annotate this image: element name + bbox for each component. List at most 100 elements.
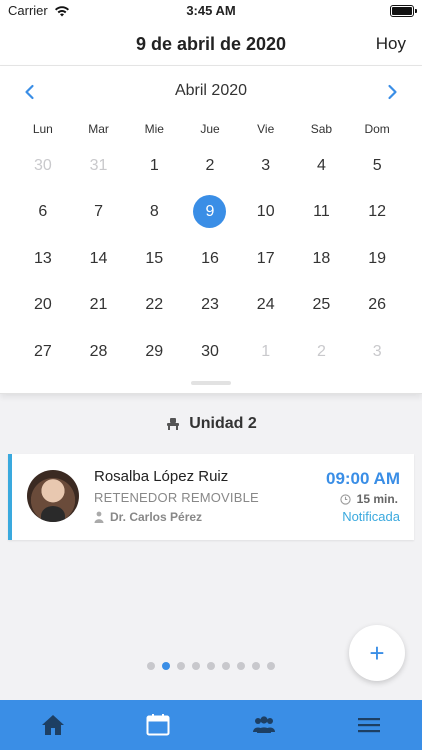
calendar-day[interactable]: 2 xyxy=(294,328,350,375)
calendar-day[interactable]: 2 xyxy=(182,142,238,189)
calendar-day-number: 28 xyxy=(89,342,108,360)
calendar-day-number: 8 xyxy=(149,203,159,221)
calendar-day[interactable]: 15 xyxy=(126,235,182,282)
calendar-day[interactable]: 21 xyxy=(71,282,127,329)
calendar-day[interactable]: 3 xyxy=(349,328,405,375)
plus-icon: + xyxy=(369,637,385,668)
duration-row: 15 min. xyxy=(340,492,398,506)
tab-calendar[interactable] xyxy=(106,700,212,750)
page-dot[interactable] xyxy=(267,662,275,670)
calendar-day-number: 29 xyxy=(145,342,164,360)
calendar-day-number: 13 xyxy=(33,249,52,267)
calendar-day[interactable]: 12 xyxy=(349,189,405,236)
page-dot-active[interactable] xyxy=(162,662,170,670)
weekday-header: Lun Mar Mie Jue Vie Sab Dom xyxy=(15,122,405,138)
page-dot[interactable] xyxy=(252,662,260,670)
calendar-day[interactable]: 26 xyxy=(349,282,405,329)
page-dot[interactable] xyxy=(222,662,230,670)
chevron-right-icon[interactable] xyxy=(382,82,402,102)
duration-label: 15 min. xyxy=(356,492,398,506)
calendar-day-number: 10 xyxy=(256,203,275,221)
calendar-day[interactable]: 28 xyxy=(71,328,127,375)
calendar-day[interactable]: 23 xyxy=(182,282,238,329)
calendar-day[interactable]: 18 xyxy=(294,235,350,282)
calendar-day[interactable]: 7 xyxy=(71,189,127,236)
page-dot[interactable] xyxy=(192,662,200,670)
calendar-day[interactable]: 29 xyxy=(126,328,182,375)
today-button[interactable]: Hoy xyxy=(376,34,406,54)
tab-home[interactable] xyxy=(0,700,106,750)
weekday-label: Mie xyxy=(144,122,164,136)
calendar-day-number: 20 xyxy=(33,296,52,314)
calendar-icon xyxy=(146,714,170,736)
calendar-day-number: 9 xyxy=(193,195,227,229)
calendar-day-number: 30 xyxy=(33,156,52,174)
calendar-day[interactable]: 19 xyxy=(349,235,405,282)
calendar-day-number: 21 xyxy=(89,296,108,314)
clock-icon xyxy=(340,493,351,505)
doctor-icon xyxy=(94,511,104,523)
calendar-day[interactable]: 1 xyxy=(126,142,182,189)
calendar-day[interactable]: 22 xyxy=(126,282,182,329)
menu-icon xyxy=(358,718,381,733)
calendar-day[interactable]: 13 xyxy=(15,235,71,282)
calendar-day-number: 2 xyxy=(205,156,215,174)
calendar-day[interactable]: 16 xyxy=(182,235,238,282)
page-dot[interactable] xyxy=(147,662,155,670)
calendar-day[interactable]: 30 xyxy=(15,142,71,189)
tab-bar xyxy=(0,700,422,750)
calendar-day[interactable]: 14 xyxy=(71,235,127,282)
calendar-day-number: 19 xyxy=(368,249,387,267)
calendar-day-number: 18 xyxy=(312,249,331,267)
avatar xyxy=(27,470,79,522)
calendar-day-selected[interactable]: 9 xyxy=(182,189,238,236)
calendar-day[interactable]: 24 xyxy=(238,282,294,329)
calendar-day[interactable]: 4 xyxy=(294,142,350,189)
dental-chair-icon xyxy=(167,418,180,430)
weekday-label: Dom xyxy=(364,122,390,136)
weekday-label: Sab xyxy=(310,122,333,136)
calendar-day[interactable]: 5 xyxy=(349,142,405,189)
calendar-day-number: 16 xyxy=(201,249,219,267)
calendar-day-number: 17 xyxy=(256,249,275,267)
calendar-day[interactable]: 25 xyxy=(294,282,350,329)
calendar-day[interactable]: 27 xyxy=(15,328,71,375)
page-dot[interactable] xyxy=(207,662,215,670)
doctor-row: Dr. Carlos Pérez xyxy=(94,510,202,524)
nav-header: 9 de abril de 2020 Hoy xyxy=(0,24,422,66)
calendar-day-number: 12 xyxy=(368,203,387,221)
calendar-day-number: 23 xyxy=(201,296,219,314)
calendar-day[interactable]: 17 xyxy=(238,235,294,282)
tab-patients[interactable] xyxy=(211,700,317,750)
calendar-day-number: 27 xyxy=(33,342,52,360)
appointment-card[interactable]: Rosalba López Ruiz RETENEDOR REMOVIBLE D… xyxy=(8,454,414,540)
weekday-label: Mar xyxy=(88,122,109,136)
calendar: Abril 2020 Lun Mar Mie Jue Vie Sab Dom 3… xyxy=(0,66,422,394)
calendar-day-number: 14 xyxy=(89,249,108,267)
calendar-day[interactable]: 31 xyxy=(71,142,127,189)
calendar-day[interactable]: 6 xyxy=(15,189,71,236)
unit-label: Unidad 2 xyxy=(189,415,257,432)
calendar-day-number: 5 xyxy=(372,156,382,174)
calendar-day[interactable]: 3 xyxy=(238,142,294,189)
unit-header: Unidad 2 xyxy=(0,412,422,436)
calendar-day-number: 7 xyxy=(94,203,104,221)
calendar-day[interactable]: 10 xyxy=(238,189,294,236)
status-time: 3:45 AM xyxy=(186,3,236,18)
calendar-day-number: 24 xyxy=(256,296,275,314)
add-appointment-button[interactable]: + xyxy=(349,625,405,681)
calendar-drag-handle[interactable] xyxy=(191,381,231,385)
calendar-day[interactable]: 11 xyxy=(294,189,350,236)
calendar-day[interactable]: 8 xyxy=(126,189,182,236)
weekday-label: Jue xyxy=(200,122,220,136)
calendar-day-number: 26 xyxy=(368,296,387,314)
tab-menu[interactable] xyxy=(317,700,422,750)
calendar-day[interactable]: 1 xyxy=(238,328,294,375)
calendar-day[interactable]: 20 xyxy=(15,282,71,329)
calendar-day-number: 3 xyxy=(261,156,271,174)
page-dot[interactable] xyxy=(177,662,185,670)
calendar-day-number: 4 xyxy=(316,156,326,174)
calendar-day[interactable]: 30 xyxy=(182,328,238,375)
calendar-day-number: 3 xyxy=(372,342,382,360)
page-dot[interactable] xyxy=(237,662,245,670)
